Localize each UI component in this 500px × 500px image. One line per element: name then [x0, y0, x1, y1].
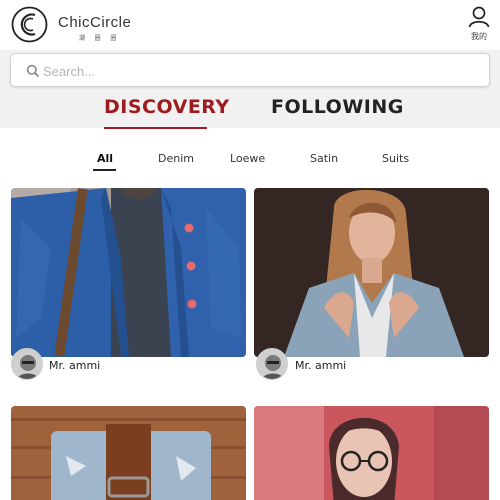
app-header: ChicCircle 潮 圈 圈 我的 — [0, 0, 500, 50]
profile-label: 我的 — [471, 32, 487, 41]
search-bar[interactable] — [10, 53, 490, 87]
category-suits[interactable]: Suits — [382, 152, 409, 165]
category-loewe[interactable]: Loewe — [230, 152, 265, 165]
post-author[interactable]: Mr. ammi — [295, 359, 346, 372]
post-card[interactable] — [254, 188, 489, 357]
search-input[interactable] — [43, 60, 473, 82]
post-card[interactable] — [11, 188, 246, 357]
active-tab-indicator — [104, 127, 207, 129]
profile-button[interactable]: 我的 — [464, 6, 494, 42]
denim-jeans-leather-belt-photo — [11, 406, 246, 500]
user-icon — [468, 6, 490, 28]
category-denim[interactable]: Denim — [158, 152, 194, 165]
brand-name: ChicCircle — [58, 14, 132, 31]
post-card[interactable] — [11, 406, 246, 500]
woman-glasses-photo — [254, 406, 489, 500]
avatar-icon[interactable] — [11, 348, 43, 380]
tab-discovery[interactable]: DISCOVERY — [104, 96, 230, 118]
avatar-icon[interactable] — [256, 348, 288, 380]
woman-denim-jacket-photo — [254, 188, 489, 357]
brand-subtitle: 潮 圈 圈 — [79, 36, 121, 42]
category-satin[interactable]: Satin — [310, 152, 338, 165]
chiccircle-logo-icon[interactable] — [11, 6, 48, 43]
post-card[interactable] — [254, 406, 489, 500]
denim-jacket-torso-photo — [11, 188, 246, 357]
category-all[interactable]: All — [97, 152, 113, 165]
post-author[interactable]: Mr. ammi — [49, 359, 100, 372]
tab-following[interactable]: FOLLOWING — [271, 96, 404, 118]
search-icon — [26, 64, 40, 78]
active-category-indicator — [93, 169, 116, 171]
